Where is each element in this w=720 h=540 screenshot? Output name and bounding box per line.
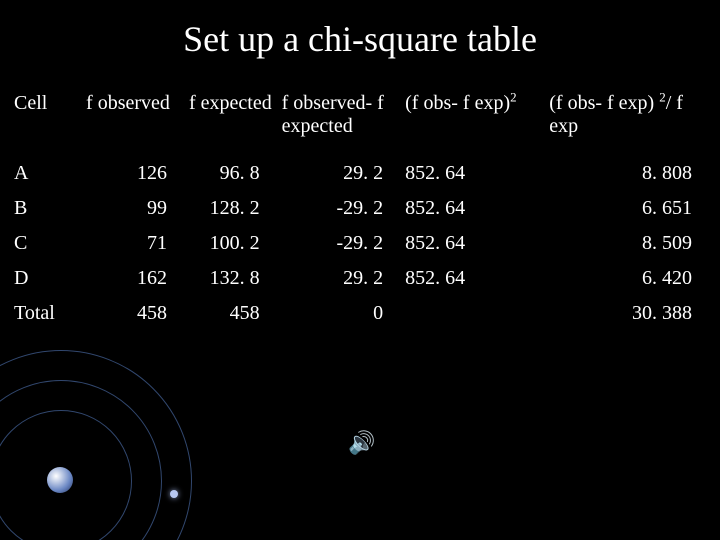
header-squared-sup: 2 xyxy=(510,89,517,104)
cell-ratio: 30. 388 xyxy=(545,296,710,331)
cell-label: C xyxy=(10,226,82,261)
table-header-row: Cell f observed f expected f observed- f… xyxy=(10,86,710,156)
cell-label: A xyxy=(10,156,82,191)
cell-diff: -29. 2 xyxy=(278,191,402,226)
cell-fobs: 71 xyxy=(82,226,185,261)
cell-ratio: 6. 651 xyxy=(545,191,710,226)
slide: Set up a chi-square table Cell f observe… xyxy=(0,0,720,540)
cell-sq xyxy=(401,296,545,331)
header-f-observed: f observed xyxy=(82,86,185,156)
cell-label: B xyxy=(10,191,82,226)
table-row: A 126 96. 8 29. 2 852. 64 8. 808 xyxy=(10,156,710,191)
cell-fexp: 100. 2 xyxy=(185,226,278,261)
cell-ratio: 8. 808 xyxy=(545,156,710,191)
header-cell: Cell xyxy=(10,86,82,156)
atom-orbit-decoration xyxy=(0,350,190,540)
header-ratio: (f obs- f exp) 2/ f exp xyxy=(545,86,710,156)
cell-label: Total xyxy=(10,296,82,331)
cell-fexp: 132. 8 xyxy=(185,261,278,296)
chi-square-table: Cell f observed f expected f observed- f… xyxy=(10,86,710,331)
cell-ratio: 8. 509 xyxy=(545,226,710,261)
cell-fobs: 162 xyxy=(82,261,185,296)
cell-sq: 852. 64 xyxy=(401,261,545,296)
cell-diff: 0 xyxy=(278,296,402,331)
header-squared: (f obs- f exp)2 xyxy=(401,86,545,156)
cell-diff: -29. 2 xyxy=(278,226,402,261)
header-diff: f observed- f expected xyxy=(278,86,402,156)
cell-fobs: 126 xyxy=(82,156,185,191)
header-ratio-text: (f obs- f exp) xyxy=(549,92,659,114)
cell-ratio: 6. 420 xyxy=(545,261,710,296)
cell-diff: 29. 2 xyxy=(278,261,402,296)
cell-fexp: 96. 8 xyxy=(185,156,278,191)
cell-sq: 852. 64 xyxy=(401,156,545,191)
cell-fexp: 458 xyxy=(185,296,278,331)
header-f-expected: f expected xyxy=(185,86,278,156)
slide-title: Set up a chi-square table xyxy=(0,0,720,86)
table-row: C 71 100. 2 -29. 2 852. 64 8. 509 xyxy=(10,226,710,261)
table-body: A 126 96. 8 29. 2 852. 64 8. 808 B 99 12… xyxy=(10,156,710,331)
cell-sq: 852. 64 xyxy=(401,226,545,261)
table-row: D 162 132. 8 29. 2 852. 64 6. 420 xyxy=(10,261,710,296)
cell-label: D xyxy=(10,261,82,296)
header-squared-text: (f obs- f exp) xyxy=(405,92,510,114)
table-row-total: Total 458 458 0 30. 388 xyxy=(10,296,710,331)
cell-fobs: 99 xyxy=(82,191,185,226)
table-row: B 99 128. 2 -29. 2 852. 64 6. 651 xyxy=(10,191,710,226)
cell-diff: 29. 2 xyxy=(278,156,402,191)
cell-fexp: 128. 2 xyxy=(185,191,278,226)
cell-fobs: 458 xyxy=(82,296,185,331)
speaker-icon: 🔊 xyxy=(348,430,375,456)
cell-sq: 852. 64 xyxy=(401,191,545,226)
